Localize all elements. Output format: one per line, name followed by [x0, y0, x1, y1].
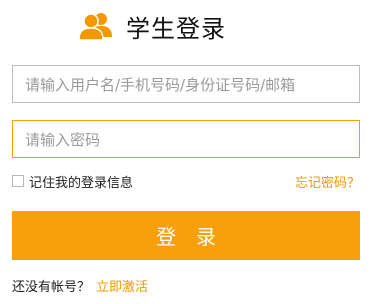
users-icon — [78, 13, 112, 41]
no-account-text: 还没有帐号？ — [12, 279, 91, 295]
remember-me[interactable]: 记住我的登录信息 — [12, 172, 133, 191]
remember-label: 记住我的登录信息 — [29, 175, 134, 191]
login-panel: 学生登录 请输入用户名/手机号码/身份证号码/邮箱 请输入密码 记住我的登录信息… — [0, 0, 372, 304]
remember-checkbox[interactable] — [12, 175, 24, 187]
password-placeholder: 请输入密码 — [25, 130, 101, 149]
forgot-password-link[interactable]: 忘记密码？ — [295, 172, 360, 191]
account-input[interactable]: 请输入用户名/手机号码/身份证号码/邮箱 — [12, 65, 360, 103]
account-placeholder: 请输入用户名/手机号码/身份证号码/邮箱 — [25, 75, 296, 94]
activate-link[interactable]: 立即激活 — [96, 276, 148, 295]
login-options: 记住我的登录信息 忘记密码？ — [12, 172, 360, 191]
login-button[interactable]: 登录 — [12, 211, 360, 260]
header: 学生登录 — [78, 8, 226, 44]
footer: 还没有帐号？ 立即激活 — [12, 276, 148, 295]
password-input[interactable]: 请输入密码 — [12, 120, 360, 158]
page-title: 学生登录 — [126, 14, 226, 43]
